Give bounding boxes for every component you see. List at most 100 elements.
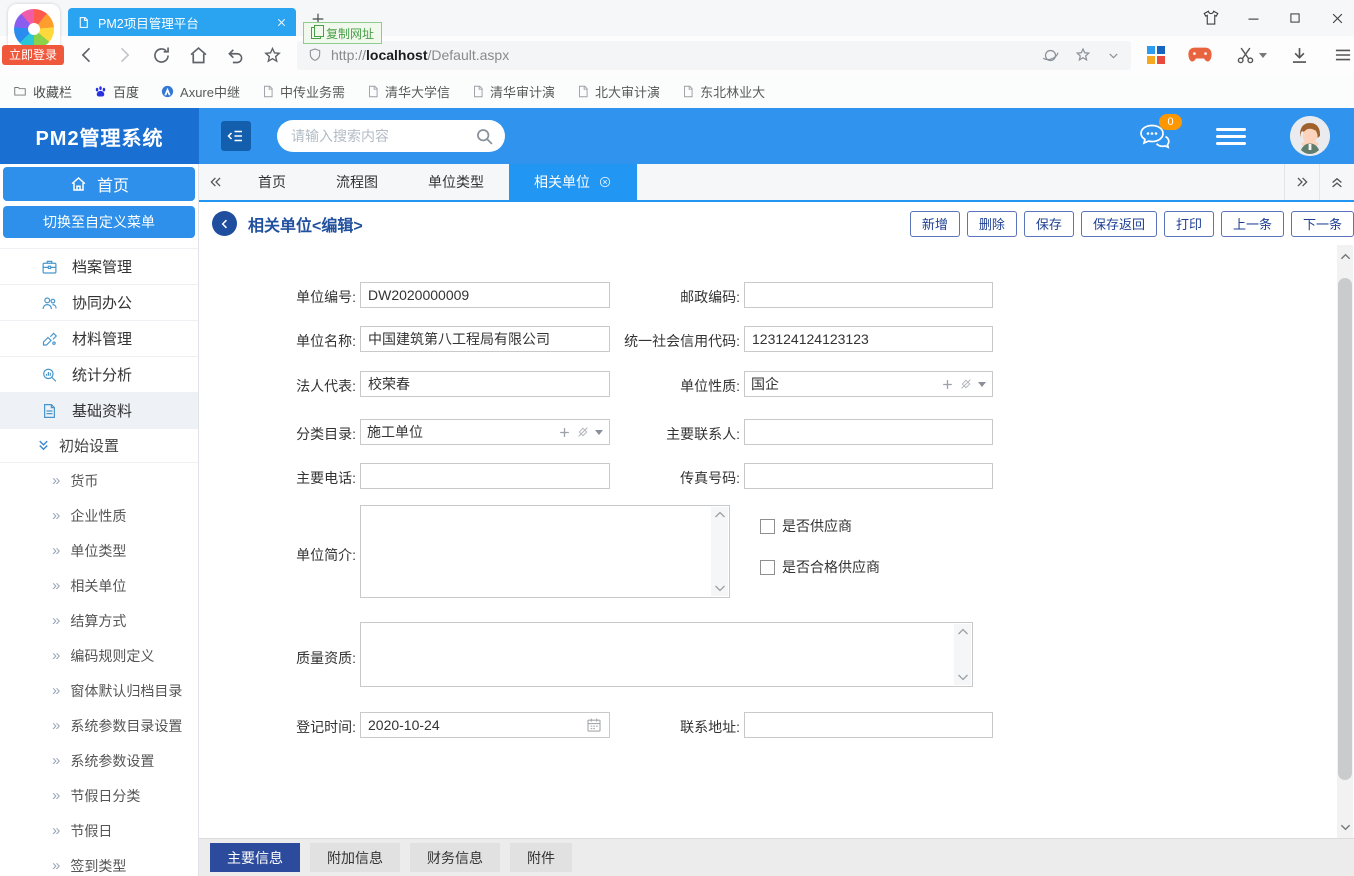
- undo-icon[interactable]: [224, 44, 246, 66]
- scrollbar-thumb[interactable]: [1338, 278, 1352, 780]
- bookmark-page-1[interactable]: 中传业务需: [261, 82, 345, 101]
- sidebar-item-archives[interactable]: 档案管理: [0, 248, 198, 284]
- sidebar-subitem-currency[interactable]: »货币: [0, 463, 198, 498]
- favorite-star-icon[interactable]: [261, 44, 283, 66]
- forward-icon[interactable]: [113, 44, 135, 66]
- sidebar-item-collaboration[interactable]: 协同办公: [0, 284, 198, 320]
- sidebar-subitem-related-units[interactable]: »相关单位: [0, 568, 198, 603]
- sidebar-subitem-settlement-method[interactable]: »结算方式: [0, 603, 198, 638]
- search-input[interactable]: [289, 127, 474, 145]
- sidebar-subitem-sysparam-settings[interactable]: »系统参数设置: [0, 743, 198, 778]
- address-bar[interactable]: http://localhost/Default.aspx: [297, 41, 1131, 70]
- back-icon[interactable]: [76, 44, 98, 66]
- tabs-scroll-left-icon[interactable]: [199, 164, 233, 200]
- save-return-button[interactable]: 保存返回: [1081, 211, 1157, 237]
- checkbox-box[interactable]: [760, 560, 775, 575]
- reload-icon[interactable]: [150, 44, 172, 66]
- minimize-button[interactable]: [1244, 9, 1262, 27]
- bookmark-page-2[interactable]: 清华大学信: [366, 82, 450, 101]
- bookmark-page-5[interactable]: 东北林业大: [681, 82, 765, 101]
- scroll-up-icon[interactable]: [714, 510, 726, 519]
- tab-attachments[interactable]: 附件: [510, 843, 572, 872]
- add-icon[interactable]: [941, 378, 954, 391]
- scrollbar-up-icon[interactable]: [1337, 247, 1353, 265]
- screenshot-scissors-icon[interactable]: [1235, 45, 1267, 66]
- bookmark-baidu[interactable]: 百度: [93, 82, 139, 101]
- sidebar-subitem-unit-type[interactable]: »单位类型: [0, 533, 198, 568]
- tab-close-icon[interactable]: [276, 17, 287, 28]
- sidebar-subitem-coding-rules[interactable]: »编码规则定义: [0, 638, 198, 673]
- sidebar-item-basic-data[interactable]: 基础资料: [0, 392, 198, 428]
- textarea-scrollbar[interactable]: [954, 624, 971, 685]
- browser-menu-icon[interactable]: [1332, 45, 1354, 65]
- contact-addr-input[interactable]: [744, 712, 993, 738]
- credit-code-input[interactable]: [744, 326, 993, 352]
- user-avatar[interactable]: [1290, 116, 1330, 156]
- main-contact-input[interactable]: [744, 419, 993, 445]
- tab-home[interactable]: 首页: [233, 164, 311, 200]
- dropdown-caret-icon[interactable]: [978, 382, 986, 387]
- dropdown-chevron-icon[interactable]: [1106, 48, 1121, 63]
- download-icon[interactable]: [1289, 45, 1310, 66]
- back-button[interactable]: [212, 211, 237, 236]
- theme-shirt-icon[interactable]: [1202, 9, 1220, 27]
- maximize-button[interactable]: [1286, 9, 1304, 27]
- home-icon[interactable]: [187, 44, 209, 66]
- scroll-down-icon[interactable]: [714, 584, 726, 593]
- search-icon[interactable]: [474, 126, 495, 147]
- bookmark-page-3[interactable]: 清华审计演: [471, 82, 555, 101]
- add-button[interactable]: 新增: [910, 211, 960, 237]
- global-search[interactable]: [277, 120, 505, 152]
- browser-tab[interactable]: PM2项目管理平台: [68, 8, 296, 36]
- sidebar-home-button[interactable]: 首页: [3, 167, 195, 201]
- sidebar-subitem-holiday-category[interactable]: »节假日分类: [0, 778, 198, 813]
- scrollbar-down-icon[interactable]: [1337, 818, 1353, 836]
- game-center-icon[interactable]: [1187, 45, 1213, 65]
- scroll-up-icon[interactable]: [957, 627, 969, 636]
- url-text[interactable]: http://localhost/Default.aspx: [331, 47, 509, 63]
- ie-compat-icon[interactable]: [1041, 46, 1060, 65]
- sidebar-item-materials[interactable]: 材料管理: [0, 320, 198, 356]
- switch-custom-menu-button[interactable]: 切换至自定义菜单: [3, 206, 195, 238]
- supplier-checkbox[interactable]: 是否供应商: [760, 516, 852, 536]
- bookmark-favorites-folder[interactable]: 收藏栏: [12, 82, 72, 101]
- app-menu-button[interactable]: [1216, 124, 1246, 149]
- collapse-menu-button[interactable]: [221, 121, 251, 151]
- sidebar-subitem-signin-type[interactable]: »签到类型: [0, 848, 198, 876]
- sidebar-subitem-sysparam-dir[interactable]: »系统参数目录设置: [0, 708, 198, 743]
- next-record-button[interactable]: 下一条: [1291, 211, 1354, 237]
- save-button[interactable]: 保存: [1024, 211, 1074, 237]
- scissors-dropdown-caret[interactable]: [1259, 53, 1267, 58]
- sidebar-subitem-holiday[interactable]: »节假日: [0, 813, 198, 848]
- qualified-supplier-checkbox[interactable]: 是否合格供应商: [760, 557, 880, 577]
- delete-button[interactable]: 删除: [967, 211, 1017, 237]
- close-window-button[interactable]: [1328, 9, 1346, 27]
- postal-code-input[interactable]: [744, 282, 993, 308]
- tab-main-info[interactable]: 主要信息: [210, 843, 300, 872]
- tab-additional-info[interactable]: 附加信息: [310, 843, 400, 872]
- bookmark-axure[interactable]: Axure中继: [160, 82, 240, 101]
- print-button[interactable]: 打印: [1164, 211, 1214, 237]
- collapse-tabs-icon[interactable]: [1319, 164, 1354, 200]
- textarea-scrollbar[interactable]: [711, 507, 728, 596]
- tab-unit-type[interactable]: 单位类型: [403, 164, 509, 200]
- tab-related-units[interactable]: 相关单位: [509, 164, 637, 200]
- windows-grid-icon[interactable]: [1147, 46, 1165, 64]
- content-scrollbar[interactable]: [1337, 245, 1353, 838]
- scroll-down-icon[interactable]: [957, 673, 969, 682]
- tab-close-circle-icon[interactable]: [598, 175, 612, 189]
- login-now-badge[interactable]: 立即登录: [2, 45, 64, 65]
- fax-input[interactable]: [744, 463, 993, 489]
- bookmark-star-icon[interactable]: [1074, 46, 1092, 64]
- sidebar-subitem-enterprise-nature[interactable]: »企业性质: [0, 498, 198, 533]
- bookmark-page-4[interactable]: 北大审计演: [576, 82, 660, 101]
- sidebar-item-statistics[interactable]: 统计分析: [0, 356, 198, 392]
- checkbox-box[interactable]: [760, 519, 775, 534]
- tabs-scroll-right-icon[interactable]: [1284, 164, 1319, 200]
- unit-intro-textarea[interactable]: [360, 505, 730, 598]
- quality-cert-textarea[interactable]: [360, 622, 973, 687]
- tab-flowchart[interactable]: 流程图: [311, 164, 403, 200]
- sidebar-subitem-default-archive-dir[interactable]: »窗体默认归档目录: [0, 673, 198, 708]
- tab-financial-info[interactable]: 财务信息: [410, 843, 500, 872]
- messages-button[interactable]: 0: [1138, 122, 1172, 150]
